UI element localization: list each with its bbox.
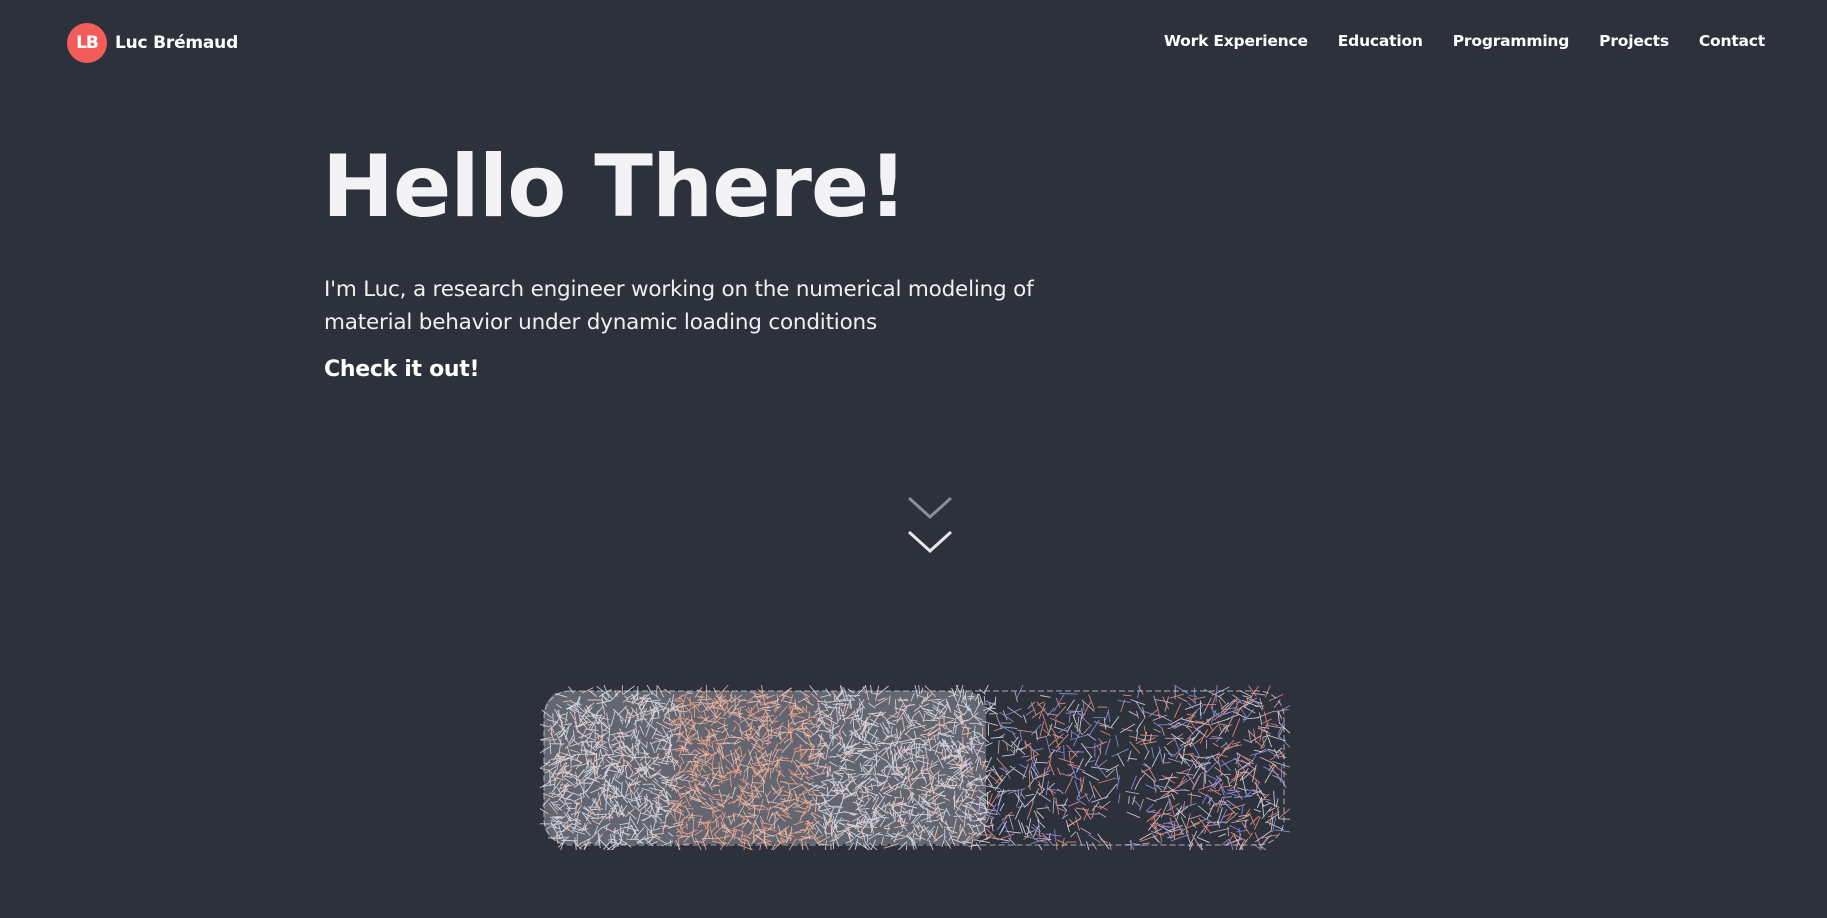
hero-subtitle: I'm Luc, a research engineer working on …: [324, 277, 1034, 335]
check-it-out-link[interactable]: Check it out!: [324, 357, 480, 382]
nav-projects[interactable]: Projects: [1599, 32, 1669, 50]
nav-work-experience[interactable]: Work Experience: [1164, 32, 1308, 50]
brand-name: Luc Brémaud: [115, 33, 239, 53]
double-chevron-down-icon: [907, 496, 953, 554]
nav-programming[interactable]: Programming: [1453, 32, 1570, 50]
main-nav: Work Experience Education Programming Pr…: [1134, 32, 1765, 50]
nav-education[interactable]: Education: [1338, 32, 1423, 50]
brand-logo: LB: [67, 23, 107, 63]
scroll-down-button[interactable]: [905, 493, 955, 558]
brand-home-link[interactable]: LB Luc Brémaud: [67, 23, 238, 63]
material-mesh-illustration: [540, 685, 1290, 850]
nav-contact[interactable]: Contact: [1699, 32, 1765, 50]
page: LB Luc Brémaud Work Experience Education…: [0, 0, 1827, 918]
hero-title: Hello There!: [322, 137, 907, 237]
site-header: LB Luc Brémaud Work Experience Education…: [0, 0, 1827, 86]
